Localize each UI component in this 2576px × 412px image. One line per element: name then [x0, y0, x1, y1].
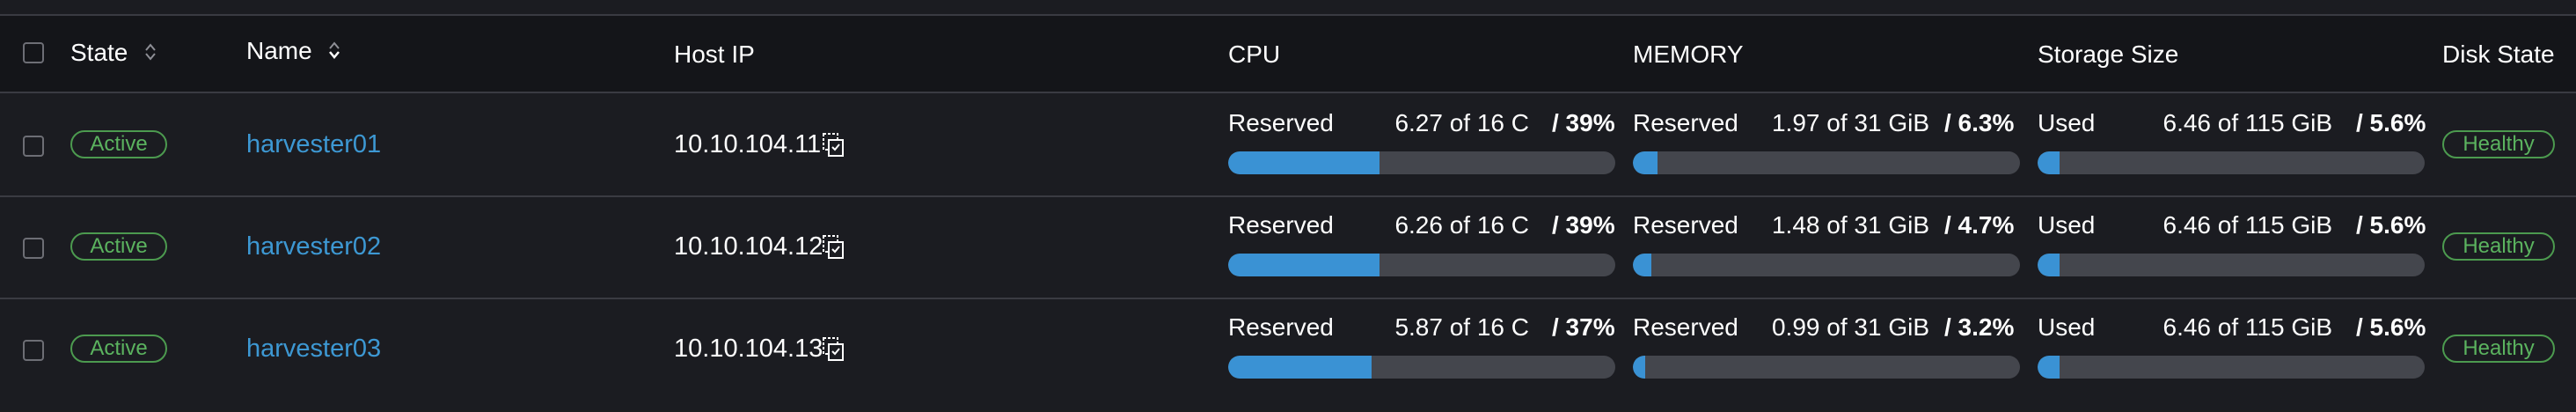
header-storage: Storage Size — [2038, 40, 2179, 68]
storage-value: 6.46 of 115 GiB — [2163, 211, 2333, 239]
row-checkbox[interactable] — [23, 340, 44, 361]
cpu-value: 6.26 of 16 C — [1394, 211, 1529, 239]
storage-label: Used — [2038, 211, 2096, 239]
memory-percent: / 4.7% — [1944, 211, 2015, 239]
cpu-percent: / 39% — [1552, 211, 1615, 239]
disk-state-badge: Healthy — [2442, 232, 2555, 261]
row-checkbox[interactable] — [23, 238, 44, 259]
header-memory: MEMORY — [1633, 40, 1744, 68]
cpu-percent: / 37% — [1552, 313, 1615, 341]
host-ip: 10.10.104.13 — [674, 335, 823, 363]
storage-progress-bar — [2038, 356, 2425, 379]
memory-progress-bar — [1633, 356, 2020, 379]
header-disk-state: Disk State — [2442, 40, 2555, 68]
memory-label: Reserved — [1633, 211, 1738, 239]
host-ip: 10.10.104.11 — [674, 130, 822, 158]
storage-progress-fill — [2038, 356, 2060, 379]
memory-label: Reserved — [1633, 313, 1738, 341]
cpu-label: Reserved — [1228, 211, 1334, 239]
storage-percent: / 5.6% — [2356, 109, 2426, 136]
cpu-progress-bar — [1228, 254, 1615, 276]
cpu-progress-fill — [1228, 254, 1379, 276]
host-name-link[interactable]: harvester01 — [246, 130, 381, 159]
memory-value: 0.99 of 31 GiB — [1771, 313, 1929, 341]
select-all-checkbox[interactable] — [23, 42, 44, 63]
hosts-table: State Name Host IP CPU MEMORY Storage Si… — [0, 14, 2576, 400]
memory-progress-bar — [1633, 151, 2020, 174]
memory-label: Reserved — [1633, 109, 1738, 136]
cpu-value: 5.87 of 16 C — [1394, 313, 1529, 341]
storage-label: Used — [2038, 313, 2096, 341]
memory-value: 1.48 of 31 GiB — [1771, 211, 1929, 239]
memory-value: 1.97 of 31 GiB — [1771, 109, 1929, 136]
memory-progress-fill — [1633, 356, 1646, 379]
copy-icon[interactable] — [822, 132, 845, 158]
sort-icon[interactable] — [327, 39, 341, 67]
cpu-progress-fill — [1228, 151, 1379, 174]
memory-progress-fill — [1633, 254, 1651, 276]
cpu-value: 6.27 of 16 C — [1394, 109, 1529, 136]
sort-icon[interactable] — [143, 40, 157, 69]
storage-percent: / 5.6% — [2356, 313, 2426, 341]
header-state-label: State — [70, 39, 128, 66]
cpu-label: Reserved — [1228, 109, 1334, 136]
host-name-link[interactable]: harvester02 — [246, 232, 381, 261]
cpu-progress-fill — [1228, 356, 1372, 379]
memory-percent: / 6.3% — [1944, 109, 2015, 136]
memory-percent: / 3.2% — [1944, 313, 2015, 341]
host-ip: 10.10.104.12 — [674, 232, 823, 261]
storage-value: 6.46 of 115 GiB — [2163, 313, 2333, 341]
disk-state-badge: Healthy — [2442, 130, 2555, 158]
header-name[interactable]: Name — [246, 37, 341, 67]
header-cpu: CPU — [1228, 40, 1281, 68]
table-row[interactable]: Active harvester01 10.10.104.11 Reserved… — [0, 95, 2576, 197]
header-host-ip: Host IP — [674, 40, 755, 68]
status-badge: Active — [70, 232, 167, 261]
table-row[interactable]: Active harvester02 10.10.104.12 Reserved… — [0, 197, 2576, 299]
status-badge: Active — [70, 335, 167, 363]
storage-progress-bar — [2038, 151, 2425, 174]
storage-progress-bar — [2038, 254, 2425, 276]
cpu-progress-bar — [1228, 151, 1615, 174]
storage-value: 6.46 of 115 GiB — [2163, 109, 2333, 136]
host-name-link[interactable]: harvester03 — [246, 335, 381, 364]
header-state[interactable]: State — [70, 39, 157, 69]
storage-label: Used — [2038, 109, 2096, 136]
row-checkbox[interactable] — [23, 136, 44, 157]
cpu-percent: / 39% — [1552, 109, 1615, 136]
header-name-label: Name — [246, 37, 312, 64]
table-row[interactable]: Active harvester03 10.10.104.13 Reserved… — [0, 299, 2576, 400]
copy-icon[interactable] — [822, 234, 845, 261]
storage-progress-fill — [2038, 254, 2060, 276]
memory-progress-fill — [1633, 151, 1658, 174]
memory-progress-bar — [1633, 254, 2020, 276]
storage-progress-fill — [2038, 151, 2060, 174]
table-header: State Name Host IP CPU MEMORY Storage Si… — [0, 16, 2576, 93]
disk-state-badge: Healthy — [2442, 335, 2555, 363]
storage-percent: / 5.6% — [2356, 211, 2426, 239]
status-badge: Active — [70, 130, 167, 158]
cpu-progress-bar — [1228, 356, 1615, 379]
copy-icon[interactable] — [822, 336, 845, 363]
cpu-label: Reserved — [1228, 313, 1334, 341]
